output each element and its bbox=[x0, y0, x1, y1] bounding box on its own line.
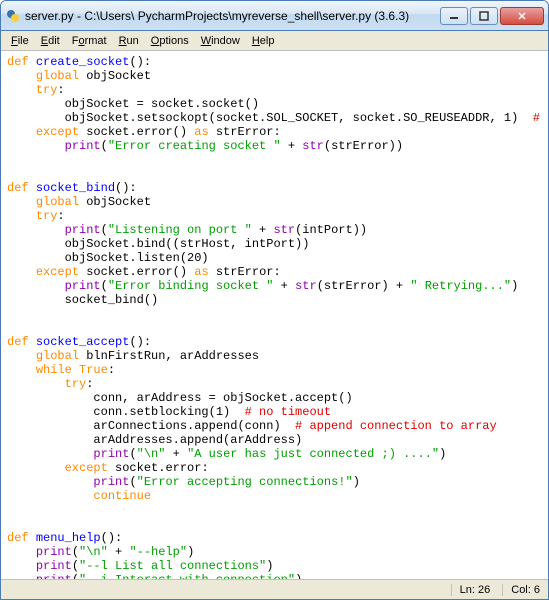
menu-format[interactable]: Format bbox=[66, 33, 113, 49]
menu-window[interactable]: Window bbox=[195, 33, 246, 49]
code-line bbox=[7, 307, 542, 321]
code-line: except socket.error: bbox=[7, 461, 542, 475]
code-line: print("Error accepting connections!") bbox=[7, 475, 542, 489]
status-line: Ln: 26 bbox=[451, 584, 491, 596]
code-line: global objSocket bbox=[7, 69, 542, 83]
code-line bbox=[7, 167, 542, 181]
code-line: conn.setblocking(1) # no timeout bbox=[7, 405, 542, 419]
window-controls bbox=[440, 7, 544, 25]
code-line: print("Error creating socket " + str(str… bbox=[7, 139, 542, 153]
code-line: global objSocket bbox=[7, 195, 542, 209]
code-line: objSocket.listen(20) bbox=[7, 251, 542, 265]
code-line: global blnFirstRun, arAddresses bbox=[7, 349, 542, 363]
code-line: objSocket.setsockopt(socket.SOL_SOCKET, … bbox=[7, 111, 542, 125]
code-line: def menu_help(): bbox=[7, 531, 542, 545]
menu-options[interactable]: Options bbox=[145, 33, 195, 49]
code-line: except socket.error() as strError: bbox=[7, 265, 542, 279]
code-line: def socket_accept(): bbox=[7, 335, 542, 349]
code-line: arAddresses.append(arAddress) bbox=[7, 433, 542, 447]
code-line: print("--l List all connections") bbox=[7, 559, 542, 573]
statusbar: Ln: 26 Col: 6 bbox=[1, 579, 548, 599]
code-line: socket_bind() bbox=[7, 293, 542, 307]
menu-help[interactable]: Help bbox=[246, 33, 281, 49]
status-col: Col: 6 bbox=[502, 584, 540, 596]
code-line: objSocket.bind((strHost, intPort)) bbox=[7, 237, 542, 251]
code-line bbox=[7, 153, 542, 167]
code-line: arConnections.append(conn) # append conn… bbox=[7, 419, 542, 433]
code-line: def create_socket(): bbox=[7, 55, 542, 69]
minimize-button[interactable] bbox=[440, 7, 468, 25]
close-button[interactable] bbox=[500, 7, 544, 25]
code-line: try: bbox=[7, 83, 542, 97]
code-line: except socket.error() as strError: bbox=[7, 125, 542, 139]
code-line: print("\n" + "A user has just connected … bbox=[7, 447, 542, 461]
idle-window: server.py - C:\Users\ PycharmProjects\my… bbox=[0, 0, 549, 600]
code-line bbox=[7, 321, 542, 335]
menu-run[interactable]: Run bbox=[113, 33, 145, 49]
code-editor[interactable]: def create_socket(): global objSocket tr… bbox=[1, 51, 548, 579]
code-line: while True: bbox=[7, 363, 542, 377]
window-title: server.py - C:\Users\ PycharmProjects\my… bbox=[25, 9, 440, 23]
code-line: try: bbox=[7, 377, 542, 391]
code-line bbox=[7, 517, 542, 531]
code-line: objSocket = socket.socket() bbox=[7, 97, 542, 111]
code-line: print("Error binding socket " + str(strE… bbox=[7, 279, 542, 293]
titlebar[interactable]: server.py - C:\Users\ PycharmProjects\my… bbox=[1, 1, 548, 31]
menubar: File Edit Format Run Options Window Help bbox=[1, 31, 548, 51]
python-icon bbox=[5, 8, 21, 24]
code-line: continue bbox=[7, 489, 542, 503]
maximize-button[interactable] bbox=[470, 7, 498, 25]
code-line: conn, arAddress = objSocket.accept() bbox=[7, 391, 542, 405]
code-line: print("\n" + "--help") bbox=[7, 545, 542, 559]
code-line: try: bbox=[7, 209, 542, 223]
code-line: print("Listening on port " + str(intPort… bbox=[7, 223, 542, 237]
code-line: def socket_bind(): bbox=[7, 181, 542, 195]
menu-file[interactable]: File bbox=[5, 33, 35, 49]
menu-edit[interactable]: Edit bbox=[35, 33, 66, 49]
code-line bbox=[7, 503, 542, 517]
